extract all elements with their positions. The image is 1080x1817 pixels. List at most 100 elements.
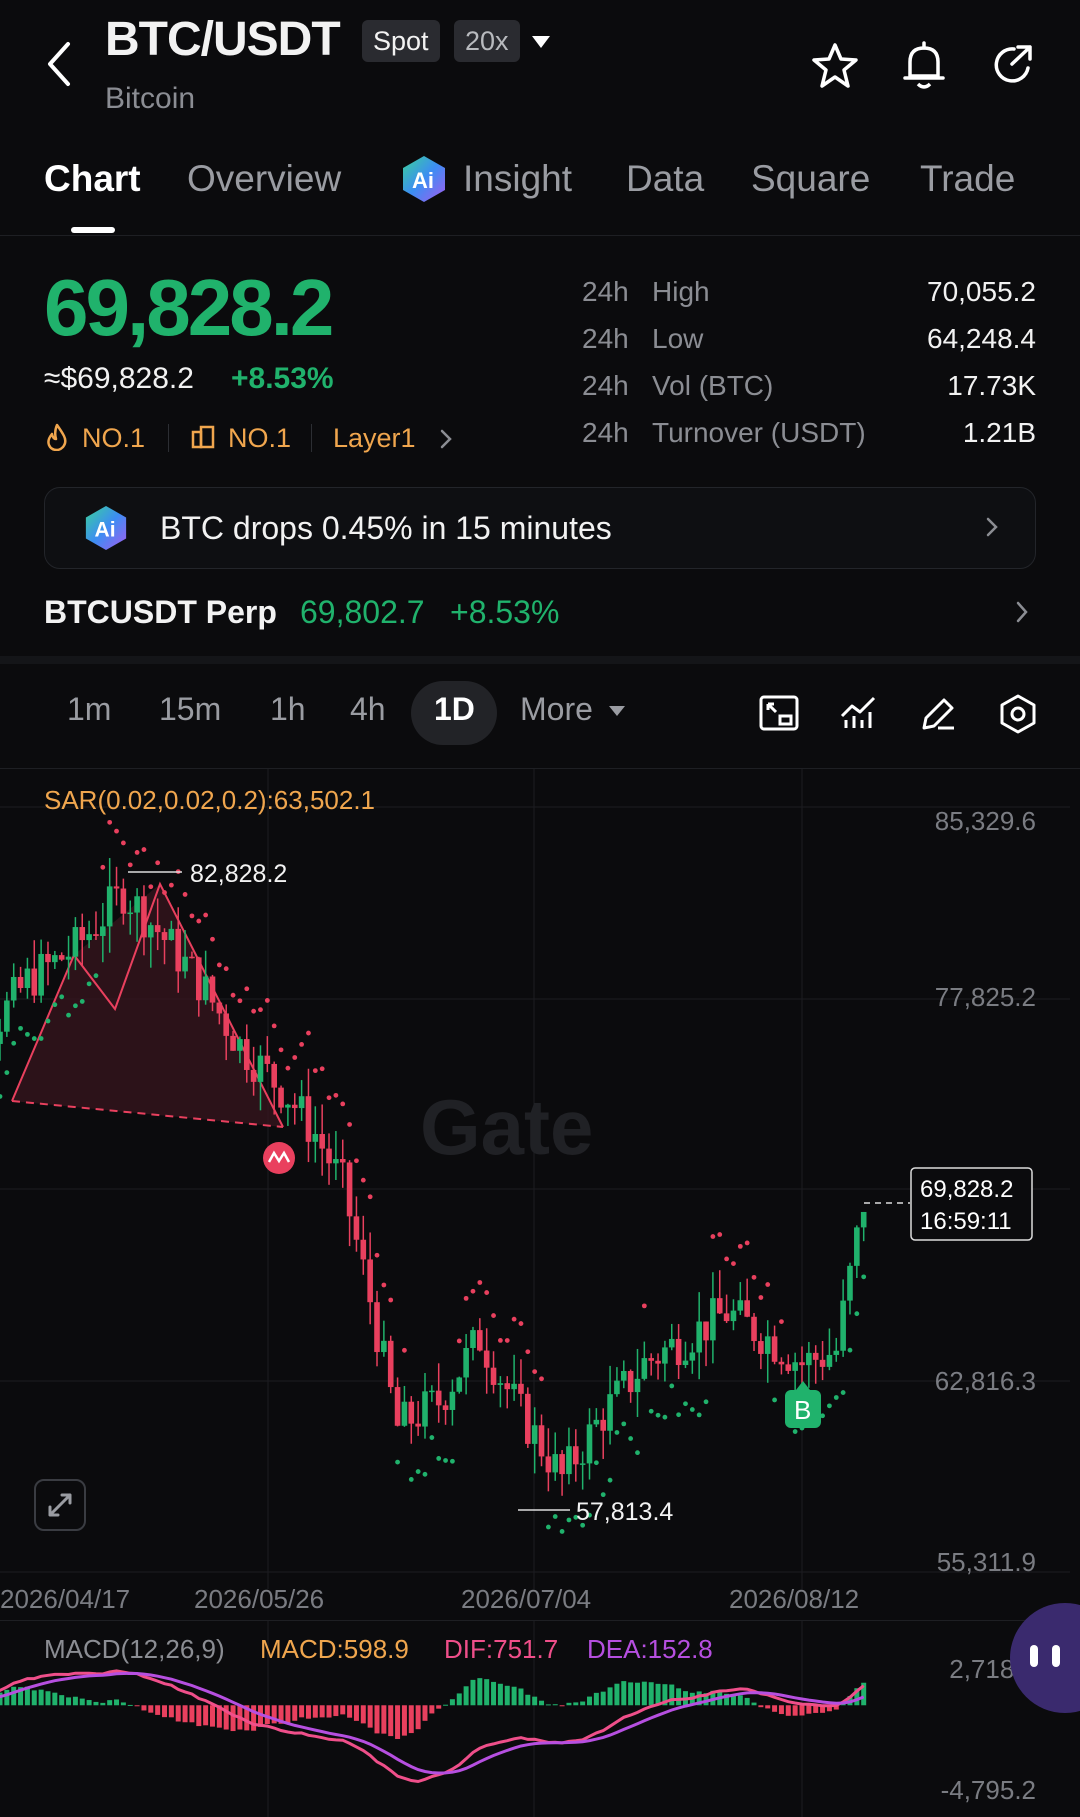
candle-body xyxy=(161,932,168,940)
candle-body xyxy=(730,1310,737,1322)
indicators-icon[interactable] xyxy=(838,694,878,732)
star-icon[interactable] xyxy=(810,42,860,90)
tab-trade[interactable]: Trade xyxy=(920,158,1015,200)
macd-bar xyxy=(79,1698,85,1706)
candle-body xyxy=(52,955,58,963)
draw-tool-icon[interactable] xyxy=(918,694,958,734)
candle-body xyxy=(264,1055,271,1064)
macd-bar xyxy=(806,1705,812,1714)
tab-chart[interactable]: Chart xyxy=(44,158,141,200)
candle-body xyxy=(620,1370,627,1381)
candle-body xyxy=(312,1134,319,1142)
macd-bar xyxy=(148,1705,154,1713)
macd-bar xyxy=(676,1688,682,1706)
sar-dot xyxy=(258,1007,263,1013)
timeframe-15m[interactable]: 15m xyxy=(159,691,221,728)
perp-name[interactable]: BTCUSDT Perp xyxy=(44,594,277,631)
expand-icon[interactable] xyxy=(34,1479,86,1531)
timeframe-1h[interactable]: 1h xyxy=(270,691,306,728)
pair-subtitle: Bitcoin xyxy=(105,82,196,115)
ai-alert-card[interactable]: Ai BTC drops 0.45% in 15 minutes xyxy=(44,487,1036,569)
stat-value-vol: 17.73K xyxy=(947,370,1036,401)
macd-bar xyxy=(587,1696,593,1706)
watermark: Gate xyxy=(420,1083,593,1171)
candle-body xyxy=(833,1350,840,1355)
candle-body xyxy=(668,1338,675,1348)
price-chart[interactable]: Gate 82,828.2 57,813.4 B 69,828.2 16:59:… xyxy=(0,769,1080,1589)
candle-body xyxy=(758,1341,764,1354)
macd-label: MACD(12,26,9) xyxy=(44,1634,225,1664)
candle-body xyxy=(381,1340,387,1353)
candle-body xyxy=(607,1394,613,1431)
rank-badge-cap[interactable]: NO.1 xyxy=(228,423,291,454)
sar-dot xyxy=(45,1018,51,1024)
leverage-badge[interactable]: 20x xyxy=(454,20,520,62)
chevron-down-icon[interactable] xyxy=(530,34,552,50)
sar-dot xyxy=(559,1529,565,1534)
back-button[interactable] xyxy=(44,40,72,88)
tab-data[interactable]: Data xyxy=(626,158,704,200)
sar-dot xyxy=(600,1492,606,1498)
timeframe-1d[interactable]: 1D xyxy=(434,691,475,728)
macd-bar xyxy=(491,1681,497,1706)
timeframe-4h[interactable]: 4h xyxy=(350,691,386,728)
chevron-down-icon[interactable] xyxy=(608,705,626,717)
sar-dot xyxy=(292,1055,298,1060)
sar-dot xyxy=(703,1399,709,1405)
macd-bar xyxy=(539,1700,545,1706)
share-icon[interactable] xyxy=(990,42,1036,88)
candle-body xyxy=(243,1039,250,1070)
candle-body xyxy=(175,928,182,972)
bell-icon[interactable] xyxy=(900,40,948,90)
macd-bar xyxy=(792,1705,798,1716)
candle-body xyxy=(339,1159,346,1163)
candle-body xyxy=(504,1383,511,1390)
sar-dot xyxy=(38,1036,44,1041)
stat-prefix-low: 24h xyxy=(582,323,629,354)
market-cap-icon xyxy=(190,424,216,450)
sar-dot xyxy=(134,850,140,855)
candle-body xyxy=(703,1321,709,1341)
sar-dot xyxy=(779,1319,784,1324)
macd-bar xyxy=(545,1704,551,1706)
timeframe-more[interactable]: More xyxy=(520,691,593,728)
sar-dot xyxy=(93,973,99,979)
candle-body xyxy=(826,1354,833,1367)
chevron-right-icon[interactable] xyxy=(439,428,453,450)
candle-body xyxy=(819,1359,826,1367)
macd-bar xyxy=(669,1684,675,1706)
candle-body xyxy=(812,1352,819,1360)
category-tag[interactable]: Layer1 xyxy=(333,423,416,454)
macd-bar xyxy=(778,1705,784,1715)
low-marker: 57,813.4 xyxy=(576,1498,673,1526)
candle-body xyxy=(429,1390,435,1393)
pair-title[interactable]: BTC/USDT xyxy=(105,12,341,67)
candle-body xyxy=(655,1360,661,1364)
sar-dot xyxy=(333,1092,339,1098)
macd-bar xyxy=(634,1682,640,1706)
macd-bar xyxy=(38,1689,44,1706)
usd-price: ≈$69,828.2 xyxy=(44,362,194,395)
rank-divider-2 xyxy=(311,424,312,452)
candle-body xyxy=(154,925,161,933)
candle-body xyxy=(456,1377,463,1392)
tab-overview[interactable]: Overview xyxy=(187,158,341,200)
rank-badge-hot[interactable]: NO.1 xyxy=(82,423,145,454)
chart-layout-icon[interactable] xyxy=(758,694,800,732)
chart-settings-icon[interactable] xyxy=(998,693,1038,735)
sar-dot xyxy=(662,1414,668,1420)
macd-bar xyxy=(456,1693,462,1706)
candle-body xyxy=(415,1423,421,1427)
macd-bar xyxy=(772,1705,778,1712)
sar-dot xyxy=(532,1369,538,1374)
timeframe-1m[interactable]: 1m xyxy=(67,691,111,728)
x-tick-1: 2026/04/17 xyxy=(0,1584,131,1614)
chevron-right-icon[interactable] xyxy=(1015,600,1029,624)
tab-insight[interactable]: Insight xyxy=(463,158,572,200)
sar-dot xyxy=(312,1068,318,1074)
sar-dot xyxy=(456,1338,462,1344)
candle-body xyxy=(216,1002,223,1014)
sar-dot xyxy=(744,1240,750,1246)
macd-bar xyxy=(31,1690,37,1706)
tab-square[interactable]: Square xyxy=(751,158,870,200)
